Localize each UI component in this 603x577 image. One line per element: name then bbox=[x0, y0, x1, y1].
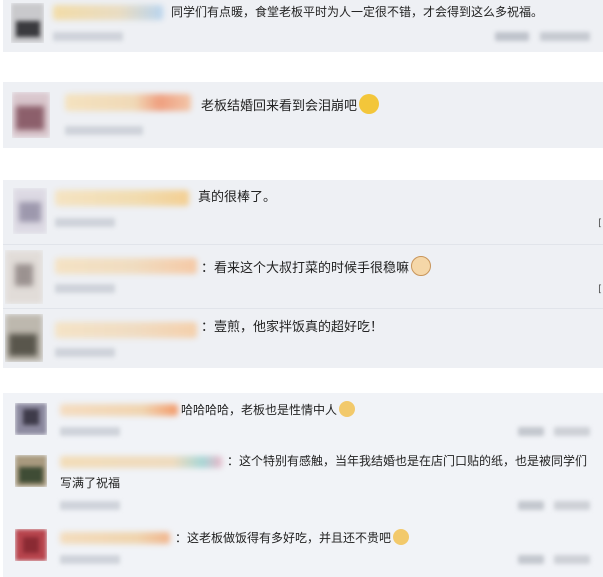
avatar[interactable] bbox=[15, 455, 47, 487]
avatar[interactable] bbox=[5, 250, 43, 304]
crying-face-icon bbox=[359, 94, 380, 114]
timestamp-blurred bbox=[53, 32, 123, 41]
timestamp-blurred bbox=[60, 555, 120, 564]
main-comment-text: 真的很棒了。 bbox=[198, 190, 277, 205]
timestamp-blurred bbox=[55, 218, 115, 227]
reply-text: ：这老板做饭得有多好吃，并且还不贵吧 bbox=[175, 529, 410, 547]
avatar[interactable] bbox=[12, 92, 50, 138]
reply-action-blurred[interactable] bbox=[518, 555, 544, 564]
username-blurred[interactable] bbox=[55, 190, 189, 206]
avatar[interactable] bbox=[5, 314, 43, 362]
reply-text: ：看来这个大叔打菜的时候手很稳嘛 bbox=[201, 256, 432, 278]
username-blurred[interactable] bbox=[60, 404, 178, 416]
comment-text: 老板结婚回来看到会泪崩吧 bbox=[201, 94, 380, 116]
reply-action-blurred[interactable] bbox=[495, 32, 529, 41]
username-blurred[interactable] bbox=[55, 258, 197, 274]
comment-panel-2: 老板结婚回来看到会泪崩吧 bbox=[3, 82, 603, 148]
username-blurred[interactable] bbox=[55, 322, 197, 338]
reply-text-content: ：这老板做饭得有多好吃，并且还不贵吧 bbox=[175, 531, 392, 545]
divider bbox=[3, 244, 603, 245]
reply-text: ：壹煎，他家拌饭真的超好吃！ bbox=[201, 320, 384, 335]
username-blurred[interactable] bbox=[60, 456, 222, 468]
comment-panel-3: 真的很棒了。 [ ：看来这个大叔打菜的时候手很稳嘛 [ ：壹煎，他家拌饭真的超好… bbox=[3, 180, 603, 368]
avatar[interactable] bbox=[11, 3, 44, 43]
like-action-blurred[interactable] bbox=[554, 427, 590, 436]
cat-face-icon bbox=[411, 256, 432, 276]
dog-face-icon bbox=[393, 529, 410, 545]
like-action-blurred[interactable] bbox=[554, 501, 590, 510]
timestamp-blurred bbox=[65, 126, 143, 135]
reply-text: ：这个特别有感触，当年我结婚也是在店门口贴的纸，也是被同学们 bbox=[227, 454, 588, 468]
username-blurred[interactable] bbox=[53, 5, 163, 20]
reply-text-content: 哈哈哈哈，老板也是性情中人 bbox=[181, 403, 338, 417]
reply-text-line2: 写满了祝福 bbox=[60, 476, 121, 490]
comment-text-content: 老板结婚回来看到会泪崩吧 bbox=[201, 99, 358, 114]
avatar[interactable] bbox=[15, 403, 47, 435]
edge-glyph: [ bbox=[598, 284, 602, 295]
timestamp-blurred bbox=[60, 501, 120, 510]
comment-panel-4: 哈哈哈哈，老板也是性情中人 ：这个特别有感触，当年我结婚也是在店门口贴的纸，也是… bbox=[3, 393, 603, 577]
divider bbox=[3, 308, 603, 309]
timestamp-blurred bbox=[55, 284, 115, 293]
reply-text: 哈哈哈哈，老板也是性情中人 bbox=[181, 401, 356, 419]
edge-glyph: [ bbox=[598, 218, 602, 229]
like-action-blurred[interactable] bbox=[554, 555, 590, 564]
timestamp-blurred bbox=[55, 348, 115, 357]
comment-text: 同学们有点暖，食堂老板平时为人一定很不错，才会得到这么多祝福。 bbox=[171, 5, 544, 19]
username-blurred[interactable] bbox=[65, 94, 191, 111]
avatar[interactable] bbox=[13, 188, 47, 234]
dog-face-icon bbox=[339, 401, 356, 417]
username-blurred[interactable] bbox=[60, 532, 170, 544]
reply-action-blurred[interactable] bbox=[518, 501, 544, 510]
timestamp-blurred bbox=[60, 427, 120, 436]
comment-panel-1: 同学们有点暖，食堂老板平时为人一定很不错，才会得到这么多祝福。 bbox=[3, 0, 603, 52]
reply-action-blurred[interactable] bbox=[518, 427, 544, 436]
reply-text-content: ：看来这个大叔打菜的时候手很稳嘛 bbox=[201, 261, 410, 276]
avatar[interactable] bbox=[15, 529, 47, 561]
like-action-blurred[interactable] bbox=[540, 32, 590, 41]
